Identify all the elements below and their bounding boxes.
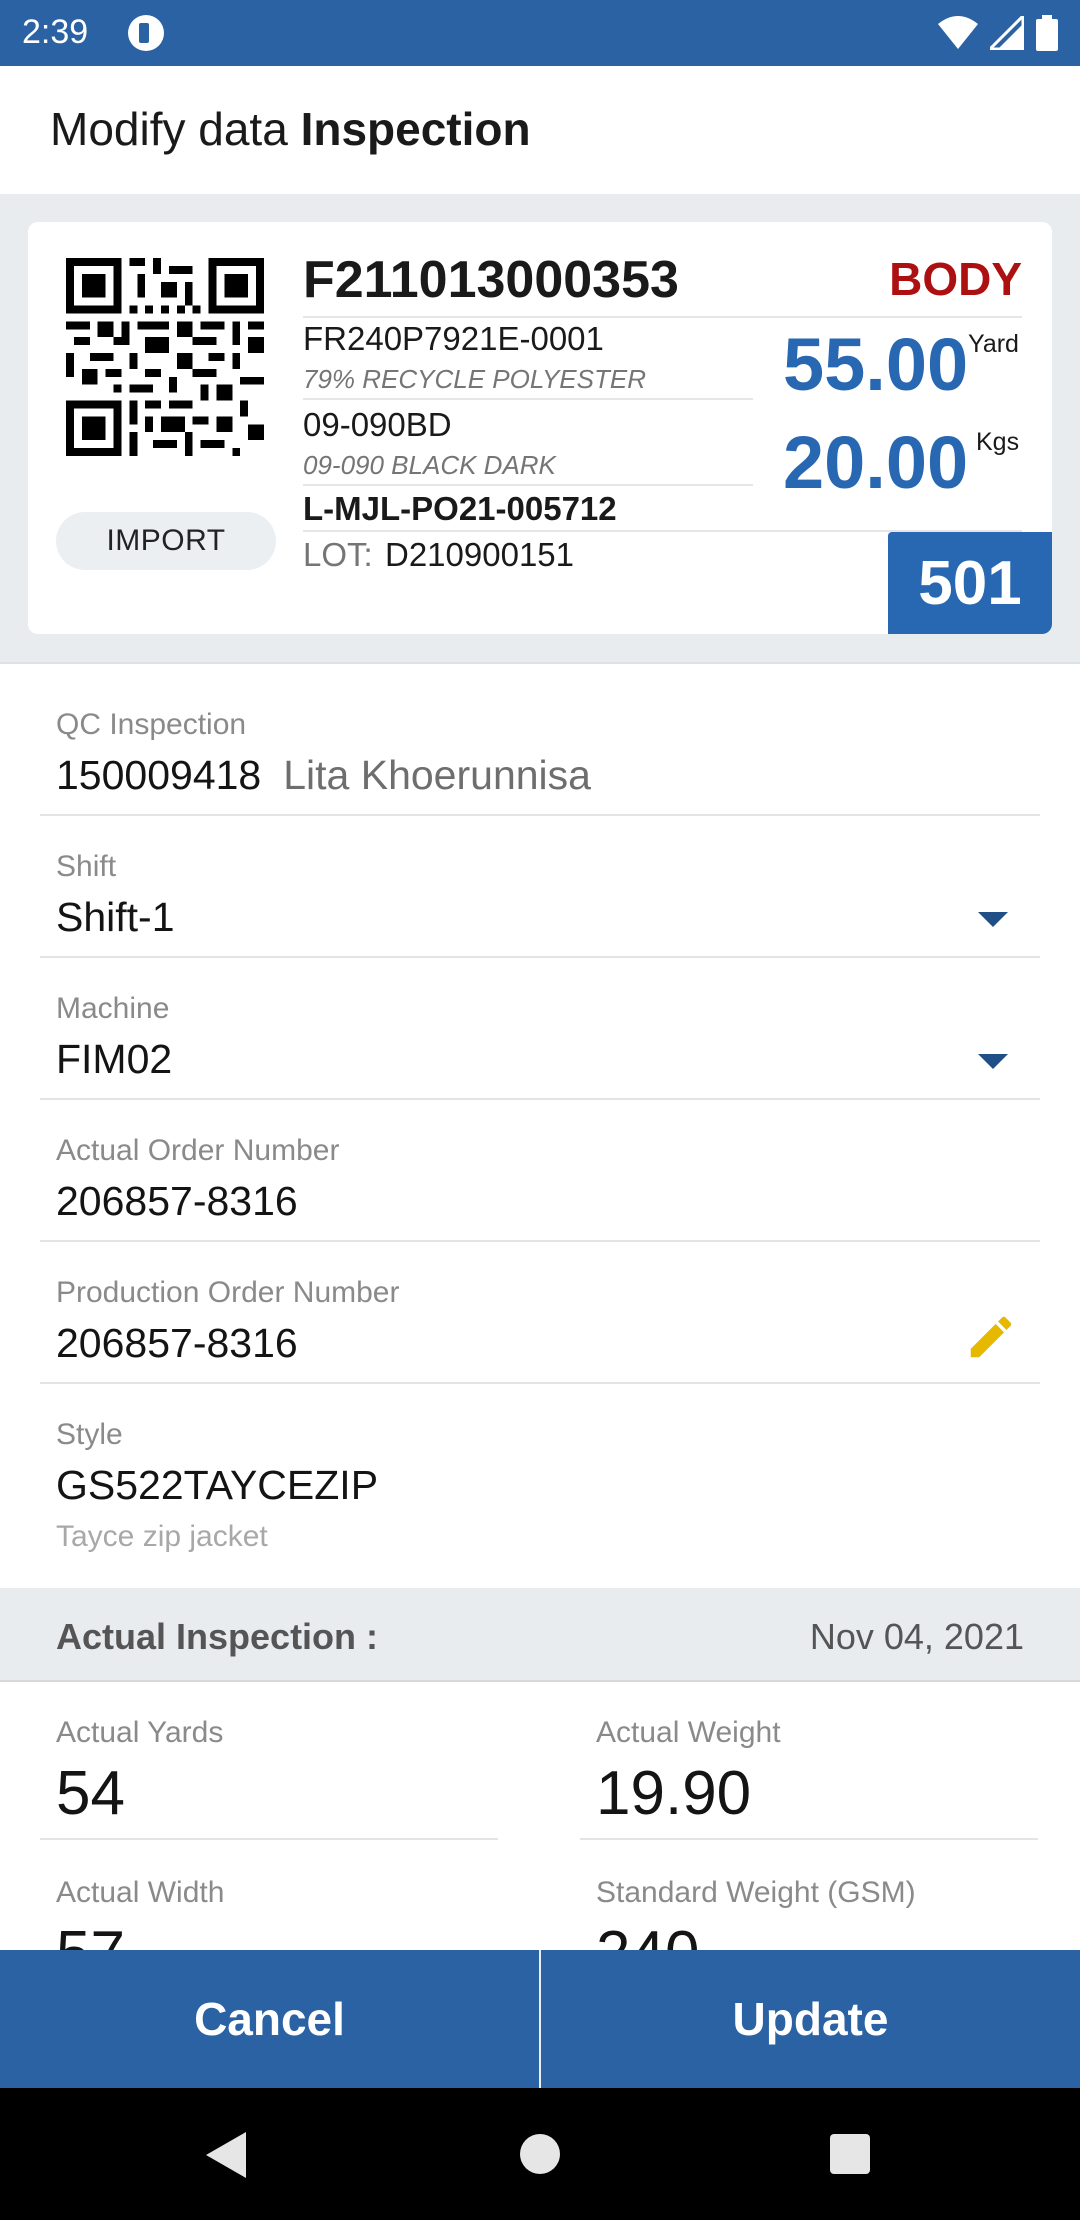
chevron-down-icon[interactable]: [978, 912, 1008, 927]
style-description: Tayce zip jacket: [56, 1520, 268, 1553]
qr-code-icon: [66, 258, 264, 456]
quantity-kgs: 20.00: [783, 421, 969, 504]
back-icon[interactable]: [206, 2132, 246, 2178]
standard-weight-field[interactable]: Standard Weight (GSM) 240: [580, 1860, 1038, 1950]
qc-inspection-value: 150009418 Lita Khoerunnisa: [56, 752, 591, 799]
qc-inspection-field: QC Inspection 150009418 Lita Khoerunnisa: [40, 690, 1040, 816]
action-bar: Cancel Update: [0, 1950, 1080, 2088]
divider: [303, 316, 1022, 318]
chevron-down-icon[interactable]: [978, 1054, 1008, 1069]
shift-label: Shift: [56, 850, 117, 883]
recents-icon[interactable]: [830, 2134, 870, 2174]
production-order-number-value: 206857-8316: [56, 1320, 298, 1366]
update-button[interactable]: Update: [541, 1950, 1080, 2088]
qc-inspection-label: QC Inspection: [56, 708, 247, 741]
standard-weight-label: Standard Weight (GSM): [596, 1876, 916, 1909]
title-bar: Modify data Inspection: [0, 66, 1080, 194]
fabric-id: F211013000353: [303, 251, 679, 309]
actual-inspection-date: Nov 04, 2021: [809, 1616, 1024, 1657]
machine-label: Machine: [56, 992, 170, 1025]
divider: [303, 484, 753, 486]
page-title-bold: Inspection: [300, 103, 531, 155]
pencil-edit-icon[interactable]: [964, 1310, 1018, 1364]
actual-width-field[interactable]: Actual Width 57: [40, 1860, 498, 1950]
actual-order-number-field[interactable]: Actual Order Number 206857-8316: [40, 1116, 1040, 1242]
actual-width-label: Actual Width: [56, 1876, 225, 1909]
shift-value: Shift-1: [56, 894, 175, 940]
quantity-yard: 55.00: [783, 323, 969, 406]
quantity-kgs-unit: Kgs: [976, 428, 1020, 456]
actual-yards-field[interactable]: Actual Yards 54: [40, 1700, 498, 1840]
action-divider: [539, 1950, 541, 2088]
status-time: 2:39: [22, 13, 89, 51]
color-code: 09-090BD: [303, 406, 452, 443]
item-card: IMPORT F211013000353 BODY FR240P7921E-00…: [28, 222, 1052, 634]
actual-yards-label: Actual Yards: [56, 1716, 224, 1749]
status-icons: [938, 14, 1058, 52]
cancel-button[interactable]: Cancel: [0, 1950, 539, 2088]
actual-inspection-title: Actual Inspection :: [56, 1616, 379, 1657]
qc-inspector-name: Lita Khoerunnisa: [283, 752, 591, 798]
wifi-icon: [938, 16, 978, 49]
quantity-yard-unit: Yard: [968, 330, 1019, 358]
actual-weight-value[interactable]: 19.90: [596, 1758, 751, 1829]
qc-inspector-id: 150009418: [56, 752, 262, 798]
app-notification-icon: [128, 15, 164, 51]
style-value: GS522TAYCEZIP: [56, 1462, 379, 1508]
import-button[interactable]: IMPORT: [56, 512, 276, 570]
fabric-type: BODY: [889, 253, 1022, 305]
po-number: L-MJL-PO21-005712: [303, 490, 617, 527]
standard-weight-value[interactable]: 240: [596, 1918, 699, 1950]
system-nav-bar: [0, 2088, 1080, 2220]
page-title-prefix: Modify data: [50, 103, 288, 155]
actual-order-number-value: 206857-8316: [56, 1178, 298, 1224]
divider: [303, 398, 753, 400]
roll-number-badge: 501: [888, 532, 1052, 634]
color-description: 09-090 BLACK DARK: [303, 450, 556, 480]
shift-dropdown[interactable]: Shift Shift-1: [40, 832, 1040, 958]
article-code: FR240P7921E-0001: [303, 320, 604, 357]
production-order-number-label: Production Order Number: [56, 1276, 400, 1309]
actual-inspection-header: Actual Inspection : Nov 04, 2021: [0, 1588, 1080, 1682]
actual-weight-field[interactable]: Actual Weight 19.90: [580, 1700, 1038, 1840]
actual-yards-value[interactable]: 54: [56, 1758, 125, 1829]
actual-weight-label: Actual Weight: [596, 1716, 781, 1749]
article-description: 79% RECYCLE POLYESTER: [303, 364, 646, 394]
status-bar: 2:39: [0, 0, 1080, 66]
battery-icon: [1036, 15, 1058, 51]
machine-dropdown[interactable]: Machine FIM02: [40, 974, 1040, 1100]
actual-width-value[interactable]: 57: [56, 1918, 125, 1950]
production-order-number-field: Production Order Number 206857-8316: [40, 1258, 1040, 1384]
signal-icon: [990, 16, 1024, 50]
machine-value: FIM02: [56, 1036, 173, 1082]
page-title: Modify data Inspection: [50, 102, 531, 156]
divider: [40, 1838, 498, 1840]
home-icon[interactable]: [520, 2134, 560, 2174]
item-header-zone: IMPORT F211013000353 BODY FR240P7921E-00…: [0, 194, 1080, 664]
style-label: Style: [56, 1418, 123, 1451]
actual-order-number-label: Actual Order Number: [56, 1134, 340, 1167]
divider: [580, 1838, 1038, 1840]
lot-value: D210900151: [385, 536, 575, 573]
lot-label: LOT:: [303, 536, 373, 573]
